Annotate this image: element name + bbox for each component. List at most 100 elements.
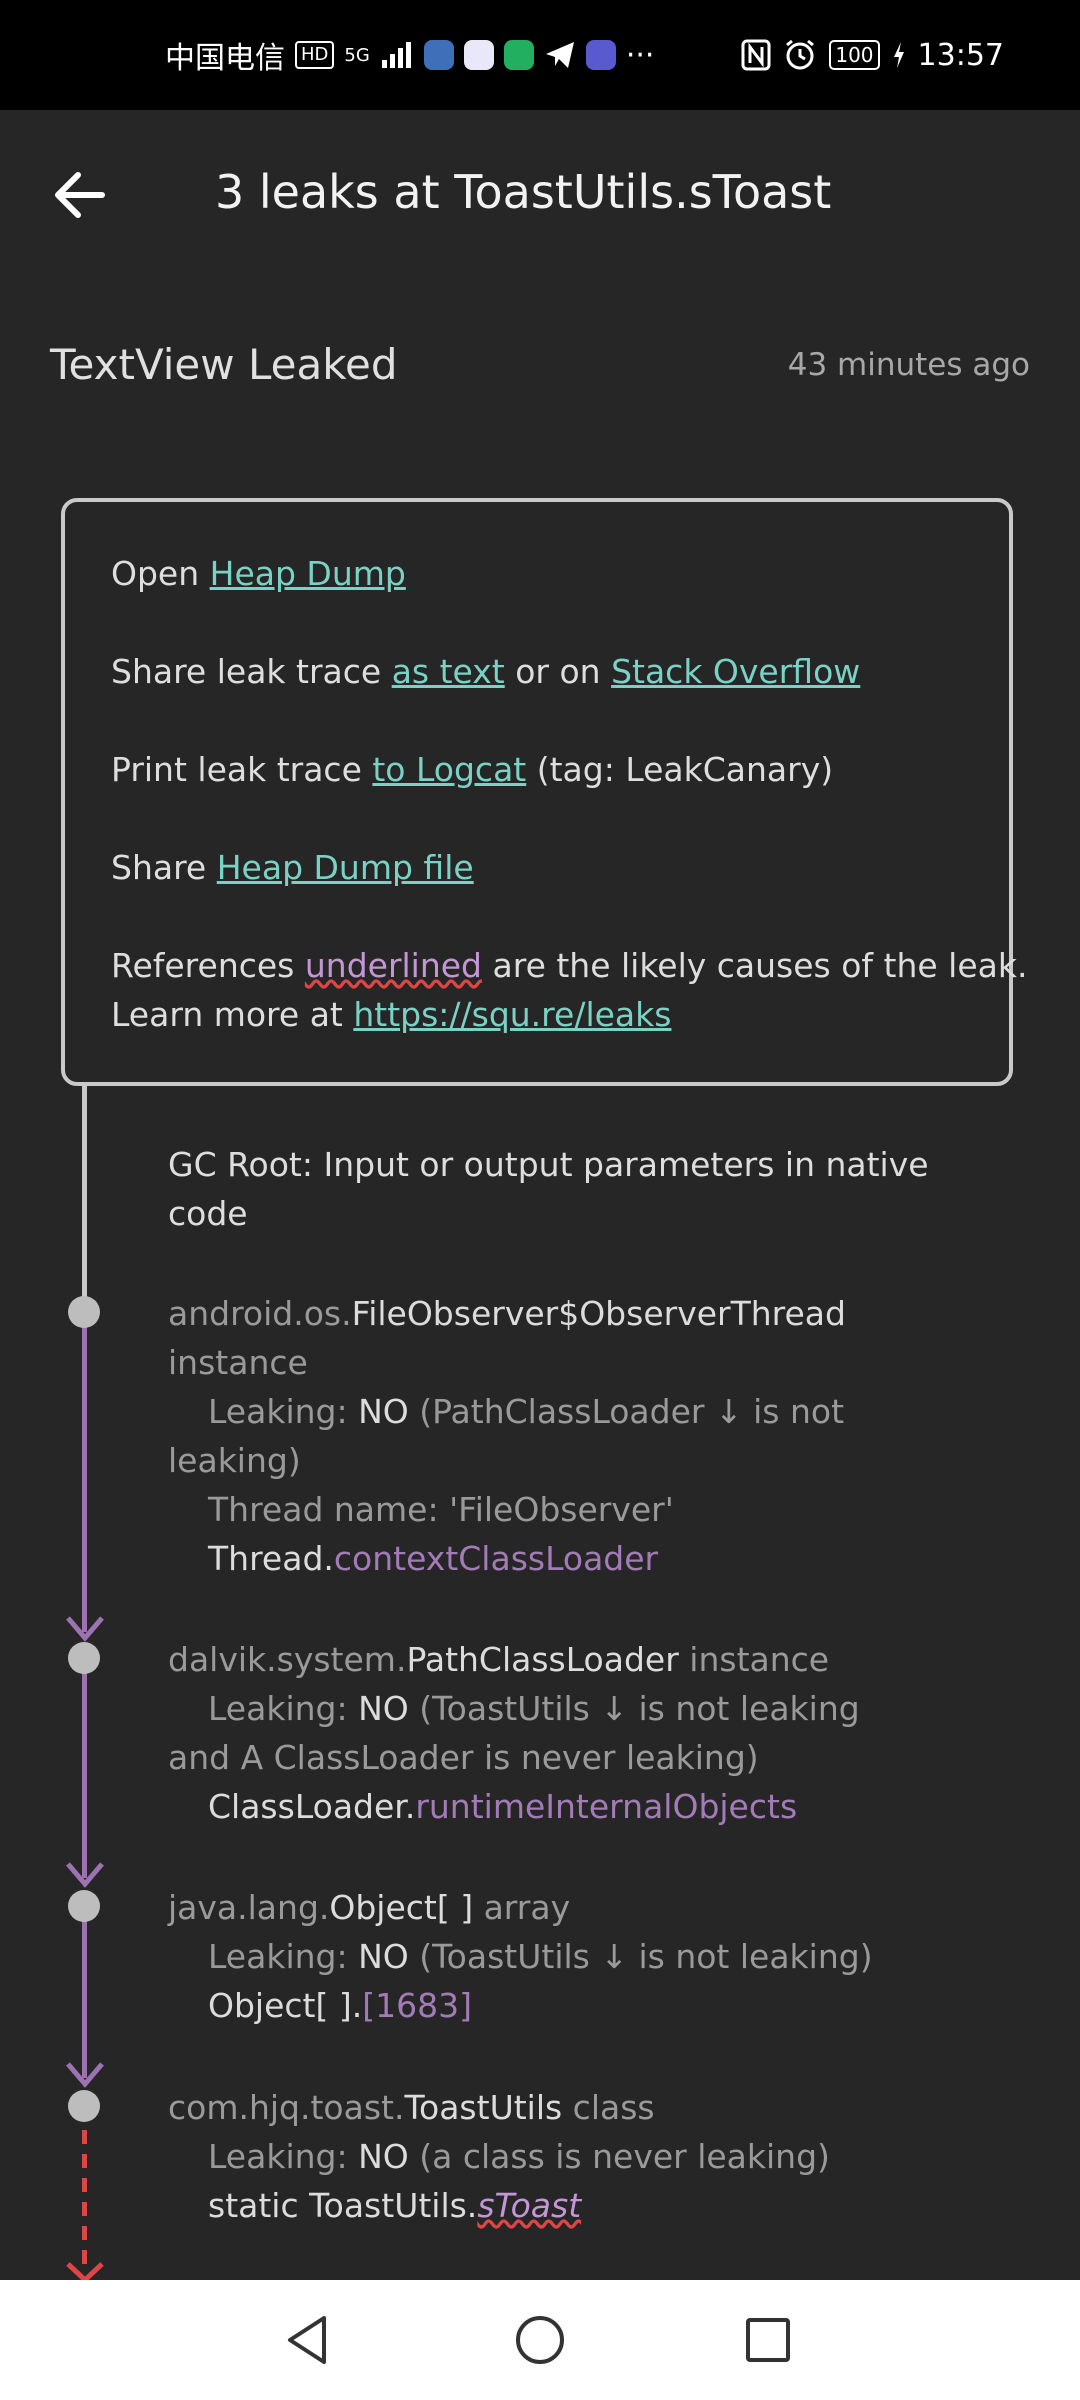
app-notification-icon: [423, 40, 454, 70]
gc-root-line: GC Root: Input or output parameters in n…: [168, 1145, 929, 1184]
node-package: java.lang.: [168, 1888, 330, 1927]
battery-icon: 100: [829, 40, 880, 70]
learn-more-label: Learn more at: [111, 995, 354, 1034]
alarm-icon: [786, 39, 815, 70]
arrow-back-icon: [55, 172, 105, 218]
arrow-down-icon: [66, 1616, 104, 1642]
trace-node-path-class-loader: dalvik.system.PathClassLoader instance L…: [168, 1635, 1018, 1831]
leaking-label: Leaking:: [208, 2137, 359, 2176]
trace-node-file-observer: android.os.FileObserver$ObserverThread i…: [168, 1289, 1018, 1583]
as-text-link[interactable]: as text: [392, 652, 505, 691]
node-class: PathClassLoader: [406, 1640, 679, 1679]
share-trace-line: Share leak trace as text or on Stack Ove…: [111, 652, 860, 691]
logcat-link[interactable]: to Logcat: [372, 750, 526, 789]
gc-root-text: GC Root: Input or output parameters in n…: [168, 1140, 1018, 1238]
leaking-reason: (PathClassLoader ↓ is not: [408, 1392, 845, 1431]
leaking-status: NO: [358, 1392, 409, 1431]
reference-field: [1683]: [362, 1986, 472, 2025]
leak-info-box: Open Heap Dump Share leak trace as text …: [61, 498, 1027, 1086]
leaking-status: NO: [358, 1689, 409, 1728]
reference-field: runtimeInternalObjects: [415, 1787, 798, 1826]
trace-node-object-array: java.lang.Object[ ] array Leaking: NO (T…: [168, 1883, 1018, 2030]
print-trace-line: Print leak trace to Logcat (tag: LeakCan…: [111, 750, 833, 789]
leak-time-ago: 43 minutes ago: [787, 347, 1030, 383]
reference-owner: static ToastUtils.: [208, 2186, 478, 2225]
back-button[interactable]: [50, 165, 120, 225]
reference-connector: [82, 1312, 87, 1632]
node-kind: instance: [168, 1343, 308, 1382]
charging-icon: [893, 42, 904, 68]
nav-back-button[interactable]: [278, 2310, 338, 2370]
reference-owner: Object[ ].: [208, 1986, 363, 2025]
underlined-example: underlined: [304, 946, 483, 985]
app-notification-icon: [463, 40, 494, 70]
leak-title: TextView Leaked: [50, 340, 398, 389]
trace-node-dot: [68, 1642, 100, 1674]
message-notification-icon: [503, 40, 534, 70]
node-class: Object[ ]: [329, 1888, 474, 1927]
print-label: Print leak trace: [111, 750, 373, 789]
node-package: android.os.: [168, 1294, 352, 1333]
node-class: ToastUtils: [404, 2088, 563, 2127]
leaking-reason-cont: leaking): [168, 1441, 301, 1480]
system-nav-bar: [0, 2280, 1080, 2400]
open-label: Open: [111, 554, 210, 593]
reference-connector: [82, 1658, 87, 1878]
node-kind: array: [473, 1888, 571, 1927]
status-right: 100 13:57: [741, 0, 1004, 110]
triangle-back-icon: [288, 2316, 326, 2364]
suspect-arrow-down-icon: [66, 2262, 104, 2280]
suspect-reference-field: sToast: [477, 2186, 582, 2225]
nfc-icon: [741, 39, 771, 71]
status-left: 中国电信 HD 5G ···: [165, 0, 654, 110]
signal-icon: [381, 42, 411, 68]
carrier-label: 中国电信: [165, 41, 285, 76]
nav-recents-button[interactable]: [738, 2310, 798, 2370]
leaking-reason: (a class is never leaking): [408, 2137, 830, 2176]
trace-node-toast-utils: com.hjq.toast.ToastUtils class Leaking: …: [168, 2083, 1018, 2230]
or-on-label: or on: [504, 652, 612, 691]
leaking-reason: (ToastUtils ↓ is not leaking: [408, 1689, 860, 1728]
app-bar: 3 leaks at ToastUtils.sToast: [0, 110, 1080, 280]
learn-more-line: Learn more at https://squ.re/leaks: [111, 995, 671, 1034]
reference-owner: ClassLoader.: [208, 1787, 416, 1826]
leaking-label: Leaking:: [208, 1392, 359, 1431]
references-line: References underlined are the likely cau…: [111, 946, 1027, 985]
leaking-label: Leaking:: [208, 1937, 359, 1976]
tag-label: (tag: LeakCanary): [526, 750, 834, 789]
gc-root-connector: [82, 1086, 87, 1312]
telegram-icon: [545, 42, 574, 68]
arrow-down-icon: [66, 2062, 104, 2088]
more-notifications-icon: ···: [625, 37, 655, 73]
page-title: 3 leaks at ToastUtils.sToast: [215, 165, 832, 219]
trace-node-dot: [68, 2090, 100, 2122]
nav-home-button[interactable]: [510, 2310, 570, 2370]
node-class: FileObserver$ObserverThread: [351, 1294, 846, 1333]
reference-owner: Thread.: [208, 1539, 334, 1578]
heap-dump-file-link[interactable]: Heap Dump file: [217, 848, 474, 887]
references-suffix: are the likely causes of the leak.: [482, 946, 1028, 985]
leaking-label: Leaking:: [208, 1689, 359, 1728]
node-kind: instance: [678, 1640, 830, 1679]
share-file-line: Share Heap Dump file: [111, 848, 474, 887]
trace-node-dot: [68, 1890, 100, 1922]
clock-time: 13:57: [917, 37, 1004, 73]
share-file-label: Share: [111, 848, 217, 887]
gc-root-line: code: [168, 1194, 248, 1233]
stack-overflow-link[interactable]: Stack Overflow: [611, 652, 860, 691]
references-label: References: [111, 946, 305, 985]
arrow-down-icon: [66, 1862, 104, 1888]
learn-more-link[interactable]: https://squ.re/leaks: [353, 995, 671, 1034]
suspect-reference-connector: [82, 2106, 87, 2272]
circle-home-icon: [516, 2316, 564, 2364]
leaking-status: NO: [358, 1937, 409, 1976]
square-recents-icon: [746, 2318, 790, 2362]
network-label: 5G: [344, 44, 370, 66]
app-notification-icon: [585, 40, 616, 70]
node-package: dalvik.system.: [168, 1640, 407, 1679]
trace-node-dot: [68, 1296, 100, 1328]
open-heap-dump-line: Open Heap Dump: [111, 554, 406, 593]
heap-dump-link[interactable]: Heap Dump: [210, 554, 406, 593]
leaking-status: NO: [358, 2137, 409, 2176]
status-bar: 中国电信 HD 5G ··· 100 13:57: [0, 0, 1080, 110]
